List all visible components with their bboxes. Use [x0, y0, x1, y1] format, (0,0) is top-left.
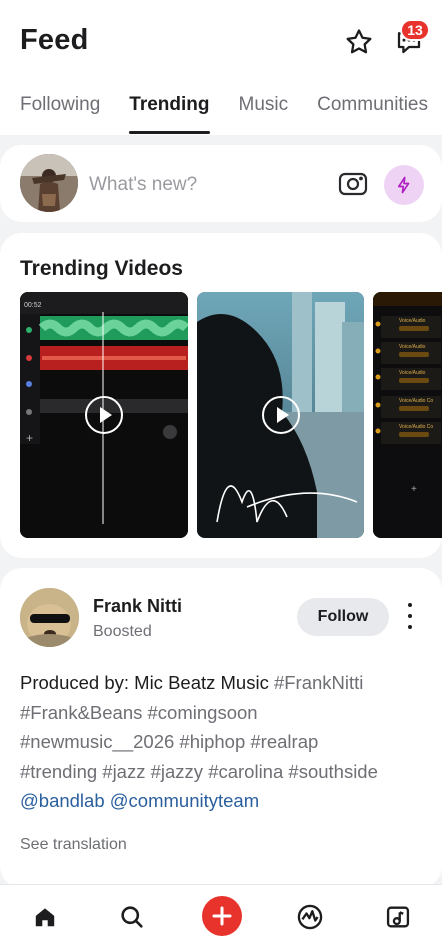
svg-text:Voice/Audio: Voice/Audio: [399, 318, 426, 324]
hashtag[interactable]: #trending #jazz #jazzy #carolina #souths…: [20, 761, 378, 782]
svg-text:+: +: [411, 484, 417, 495]
activity-icon[interactable]: [290, 897, 330, 937]
post-composer[interactable]: What's new?: [0, 145, 442, 222]
page-title: Feed: [20, 24, 89, 56]
section-title: Trending Videos: [20, 257, 183, 280]
follow-button[interactable]: Follow: [297, 598, 389, 636]
boosted-label: Boosted: [93, 623, 152, 640]
play-icon[interactable]: [85, 396, 123, 434]
caption-text: Produced by: Mic Beatz Music: [20, 672, 274, 693]
bolt-icon[interactable]: [384, 165, 424, 205]
bottom-navigation: [0, 884, 442, 945]
home-icon[interactable]: [25, 897, 65, 937]
svg-text:00:52: 00:52: [24, 302, 42, 309]
whats-new-placeholder[interactable]: What's new?: [89, 174, 197, 196]
tab-following[interactable]: Following: [20, 86, 100, 134]
svg-text:Voice/Audio: Voice/Audio: [399, 370, 426, 376]
notification-count-badge: 13: [400, 19, 430, 41]
trending-videos-section: Trending Videos 00:52 + Voice/Audio Voic…: [0, 233, 442, 558]
library-icon[interactable]: [378, 897, 418, 937]
svg-text:Voice/Audio: Voice/Audio: [399, 344, 426, 350]
video-thumbnail[interactable]: Voice/Audio Voice/Audio Voice/Audio Voic…: [373, 292, 442, 538]
search-icon[interactable]: [112, 897, 152, 937]
play-icon[interactable]: [261, 396, 300, 434]
tab-communities[interactable]: Communities: [317, 86, 428, 134]
tab-music[interactable]: Music: [239, 86, 289, 134]
hashtag[interactable]: #Frank&Beans #comingsoon: [20, 702, 258, 723]
favorites-star-icon[interactable]: [342, 25, 376, 59]
see-translation-link[interactable]: See translation: [20, 836, 127, 854]
more-options-icon[interactable]: [402, 603, 418, 629]
camera-icon[interactable]: [337, 169, 369, 199]
svg-text:Voice/Audio Co: Voice/Audio Co: [399, 424, 433, 430]
feed-post: Frank Nitti Boosted Follow Produced by: …: [0, 568, 442, 888]
mention[interactable]: @bandlab @communityteam: [20, 790, 259, 811]
user-avatar[interactable]: [20, 154, 78, 212]
author-avatar[interactable]: [20, 588, 79, 647]
hashtag[interactable]: #newmusic__2026 #hiphop #realrap: [20, 731, 318, 752]
app-header: Feed 13 Following Trending Music Communi…: [0, 0, 442, 135]
author-name[interactable]: Frank Nitti: [93, 596, 182, 617]
create-plus-icon[interactable]: [202, 896, 242, 936]
video-thumbnail[interactable]: 00:52 +: [20, 292, 188, 538]
feed-tabs: Following Trending Music Communities: [0, 86, 442, 136]
hashtag[interactable]: #FrankNitti: [274, 672, 363, 693]
video-thumbnail[interactable]: [197, 292, 364, 538]
post-caption: Produced by: Mic Beatz Music #FrankNitti…: [20, 668, 430, 816]
svg-text:+: +: [26, 431, 33, 445]
svg-text:Voice/Audio Co: Voice/Audio Co: [399, 398, 433, 404]
tab-trending[interactable]: Trending: [129, 86, 210, 134]
